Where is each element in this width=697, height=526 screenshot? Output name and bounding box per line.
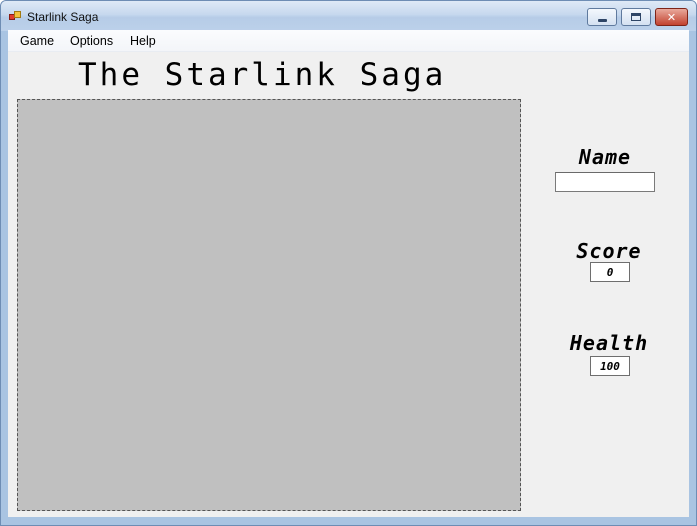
app-window: Starlink Saga ✕ Game Options Help The St… [0, 0, 697, 526]
health-label: Health [569, 331, 649, 355]
game-canvas[interactable] [17, 99, 521, 511]
menu-game[interactable]: Game [20, 34, 54, 48]
score-label: Score [576, 239, 642, 263]
maximize-icon [631, 13, 641, 21]
client-area: Game Options Help The Starlink Saga Name… [8, 30, 689, 517]
menu-bar: Game Options Help [8, 30, 689, 52]
maximize-button[interactable] [621, 8, 651, 26]
close-button[interactable]: ✕ [655, 8, 688, 26]
close-icon: ✕ [666, 10, 677, 24]
game-title: The Starlink Saga [78, 57, 447, 93]
name-input[interactable] [555, 172, 655, 192]
app-icon[interactable] [9, 11, 21, 22]
title-bar[interactable]: Starlink Saga ✕ [1, 1, 696, 31]
menu-options[interactable]: Options [70, 34, 113, 48]
score-value: 0 [590, 262, 630, 282]
health-value: 100 [590, 356, 630, 376]
minimize-button[interactable] [587, 8, 617, 26]
minimize-icon [597, 18, 607, 22]
name-label: Name [578, 145, 632, 169]
window-title: Starlink Saga [27, 10, 99, 24]
menu-help[interactable]: Help [130, 34, 156, 48]
